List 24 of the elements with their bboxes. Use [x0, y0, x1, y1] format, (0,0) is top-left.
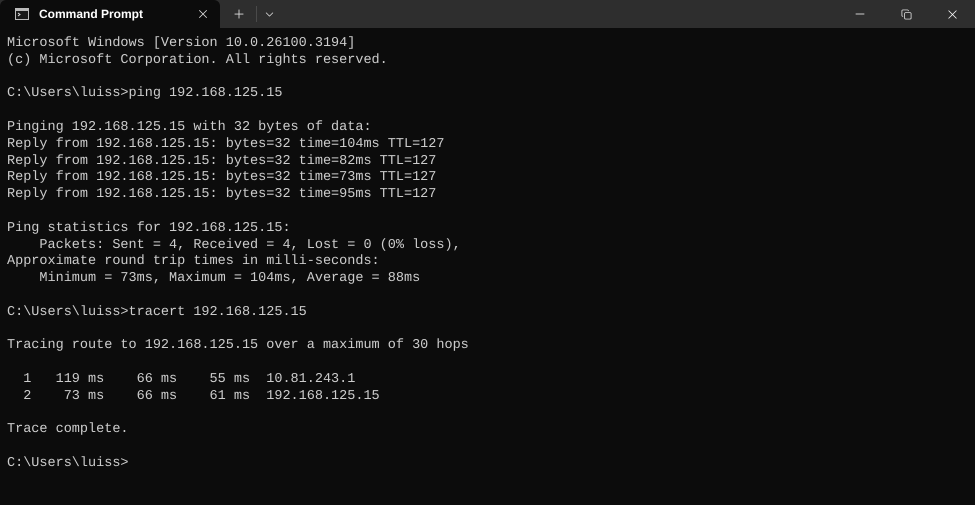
- new-tab-icon[interactable]: [232, 7, 246, 21]
- console-line: Approximate round trip times in milli-seconds:: [7, 254, 380, 271]
- console-line: Ping statistics for 192.168.125.15:: [7, 220, 291, 238]
- console-line: C:\Users\luiss>tracert 192.168.125.15: [7, 304, 307, 322]
- tab-title: Command Prompt: [39, 6, 144, 23]
- console-line: (c) Microsoft Corporation. All rights reserved.: [7, 52, 388, 70]
- console-line: C:\Users\luiss>: [7, 456, 129, 473]
- console-line: C:\Users\luiss>ping 192.168.125.15: [7, 86, 282, 104]
- terminal-tab[interactable]: Command Prompt: [0, 0, 220, 28]
- console-line: Tracing route to 192.168.125.15 over a maximum of 30 hops: [7, 338, 469, 356]
- console-line: Packets: Sent = 4, Received = 4, Lost = 0 (0% loss),: [38, 238, 461, 254]
- console-line: 2 73 ms 66 ms 61 ms 192.168.125.15: [22, 388, 380, 406]
- console-line: Trace complete.: [7, 422, 129, 440]
- console-line: Minimum = 73ms, Maximum = 104ms, Average = 88ms: [38, 271, 420, 288]
- restore-icon[interactable]: [900, 8, 912, 20]
- console-line: Reply from 192.168.125.15: bytes=32 time=95ms TTL=127: [7, 187, 436, 204]
- close-tab-icon[interactable]: [196, 7, 210, 21]
- console-line: Reply from 192.168.125.15: bytes=32 time=82ms TTL=127: [7, 154, 436, 170]
- console-line: 1 119 ms 66 ms 55 ms 10.81.243.1: [22, 372, 356, 389]
- console-line: Microsoft Windows [Version 10.0.26100.3194]: [7, 36, 356, 53]
- console-line: Pinging 192.168.125.15 with 32 bytes of data:: [7, 120, 372, 137]
- console-line: Reply from 192.168.125.15: bytes=32 time=73ms TTL=127: [7, 170, 436, 187]
- terminal-icon: [15, 8, 29, 20]
- console-line: Reply from 192.168.125.15: bytes=32 time=104ms TTL=127: [7, 136, 444, 154]
